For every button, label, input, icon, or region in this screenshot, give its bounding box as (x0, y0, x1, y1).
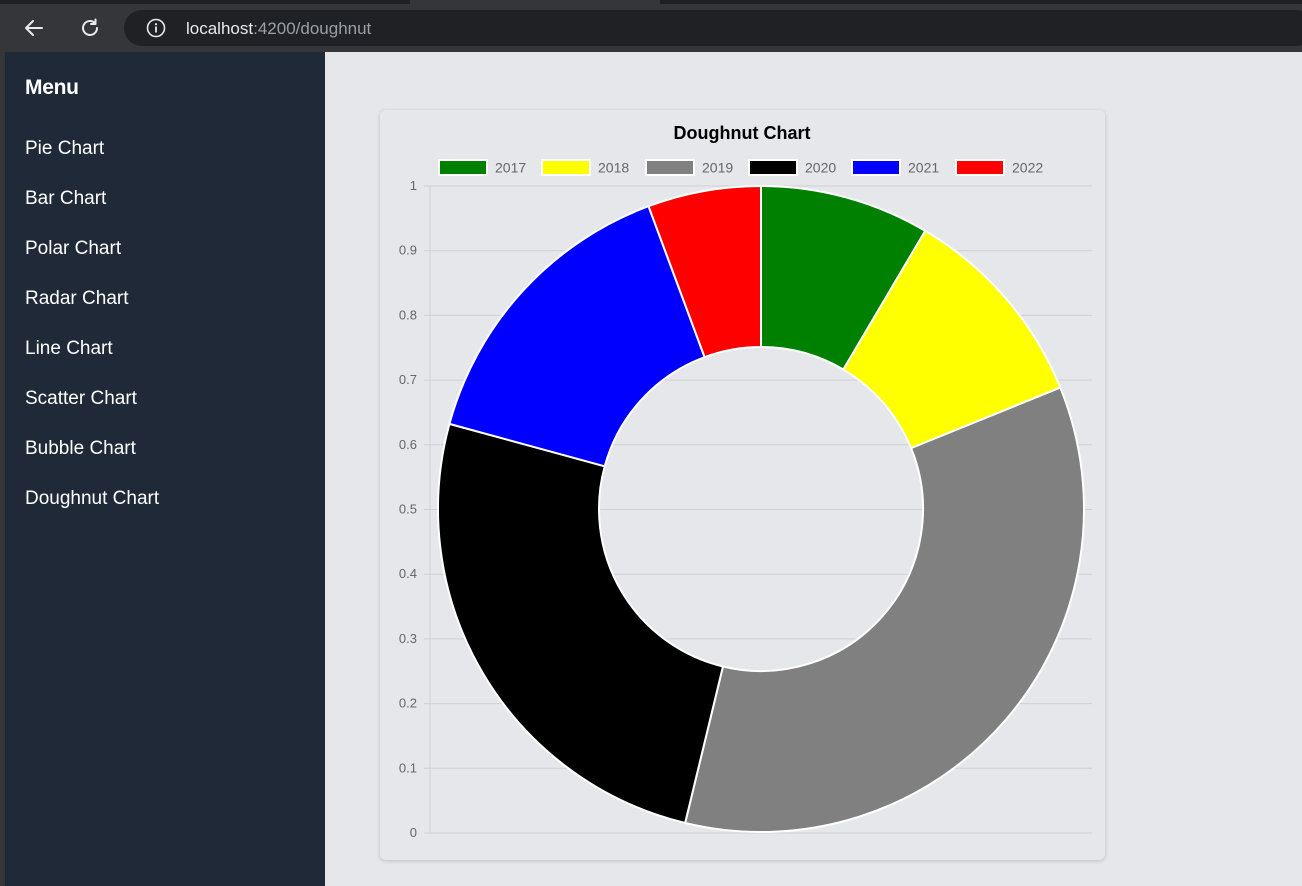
legend-label[interactable]: 2021 (908, 160, 939, 176)
reload-icon[interactable] (74, 12, 106, 44)
app-root: Menu Pie Chart Bar Chart Polar Chart Rad… (5, 52, 1302, 886)
legend-swatch[interactable] (541, 159, 591, 176)
legend-label[interactable]: 2018 (598, 160, 629, 176)
legend-swatch[interactable] (438, 159, 488, 176)
sidebar-item-polar-chart[interactable]: Polar Chart (25, 238, 159, 288)
legend-swatch[interactable] (748, 159, 798, 176)
y-tick-label: 0.7 (399, 372, 417, 387)
sidebar-item-bubble-chart[interactable]: Bubble Chart (25, 438, 159, 488)
y-tick-label: 0.1 (399, 760, 417, 775)
sidebar: Menu Pie Chart Bar Chart Polar Chart Rad… (5, 52, 325, 886)
doughnut-chart[interactable]: Doughnut Chart 0 0.1 0.2 0.3 0.4 0.5 0.6 0.7 0.8 0… (380, 110, 1105, 860)
y-tick-label: 0.5 (399, 502, 417, 517)
site-info-icon[interactable] (146, 18, 166, 38)
browser-toolbar: localhost:4200/doughnut (0, 4, 1302, 52)
y-tick-label: 0 (410, 825, 417, 840)
legend-label[interactable]: 2020 (805, 160, 836, 176)
legend-swatch[interactable] (645, 159, 695, 176)
url-text[interactable]: localhost:4200/doughnut (186, 19, 371, 39)
sidebar-item-line-chart[interactable]: Line Chart (25, 338, 159, 388)
sidebar-item-doughnut-chart[interactable]: Doughnut Chart (25, 488, 159, 538)
menu-title: Menu (25, 76, 79, 99)
sidebar-item-scatter-chart[interactable]: Scatter Chart (25, 388, 159, 438)
back-arrow-icon[interactable] (18, 12, 50, 44)
y-tick-label: 0.6 (399, 437, 417, 452)
legend-label[interactable]: 2017 (495, 160, 526, 176)
y-tick-label: 0.9 (399, 243, 417, 258)
chart-title: Doughnut Chart (674, 123, 811, 143)
y-tick-label: 0.2 (399, 696, 417, 711)
legend-label[interactable]: 2019 (702, 160, 733, 176)
url-path: :4200/doughnut (253, 19, 372, 38)
y-tick-label: 0.3 (399, 631, 417, 646)
doughnut-slice[interactable] (684, 386, 1085, 833)
sidebar-item-pie-chart[interactable]: Pie Chart (25, 138, 159, 188)
legend-swatch[interactable] (955, 159, 1005, 176)
legend-swatch[interactable] (851, 159, 901, 176)
y-tick-label: 1 (410, 178, 417, 193)
legend-label[interactable]: 2022 (1012, 160, 1043, 176)
address-bar[interactable]: localhost:4200/doughnut (124, 10, 1302, 46)
y-tick-label: 0.4 (399, 566, 417, 581)
chart-card: Doughnut Chart 0 0.1 0.2 0.3 0.4 0.5 0.6 0.7 0.8 0… (380, 110, 1105, 860)
sidebar-item-radar-chart[interactable]: Radar Chart (25, 288, 159, 338)
doughnut-slice[interactable] (437, 422, 724, 824)
sidebar-item-bar-chart[interactable]: Bar Chart (25, 188, 159, 238)
y-tick-label: 0.8 (399, 307, 417, 322)
menu-list: Pie Chart Bar Chart Polar Chart Radar Ch… (25, 138, 159, 538)
url-host: localhost (186, 19, 254, 38)
